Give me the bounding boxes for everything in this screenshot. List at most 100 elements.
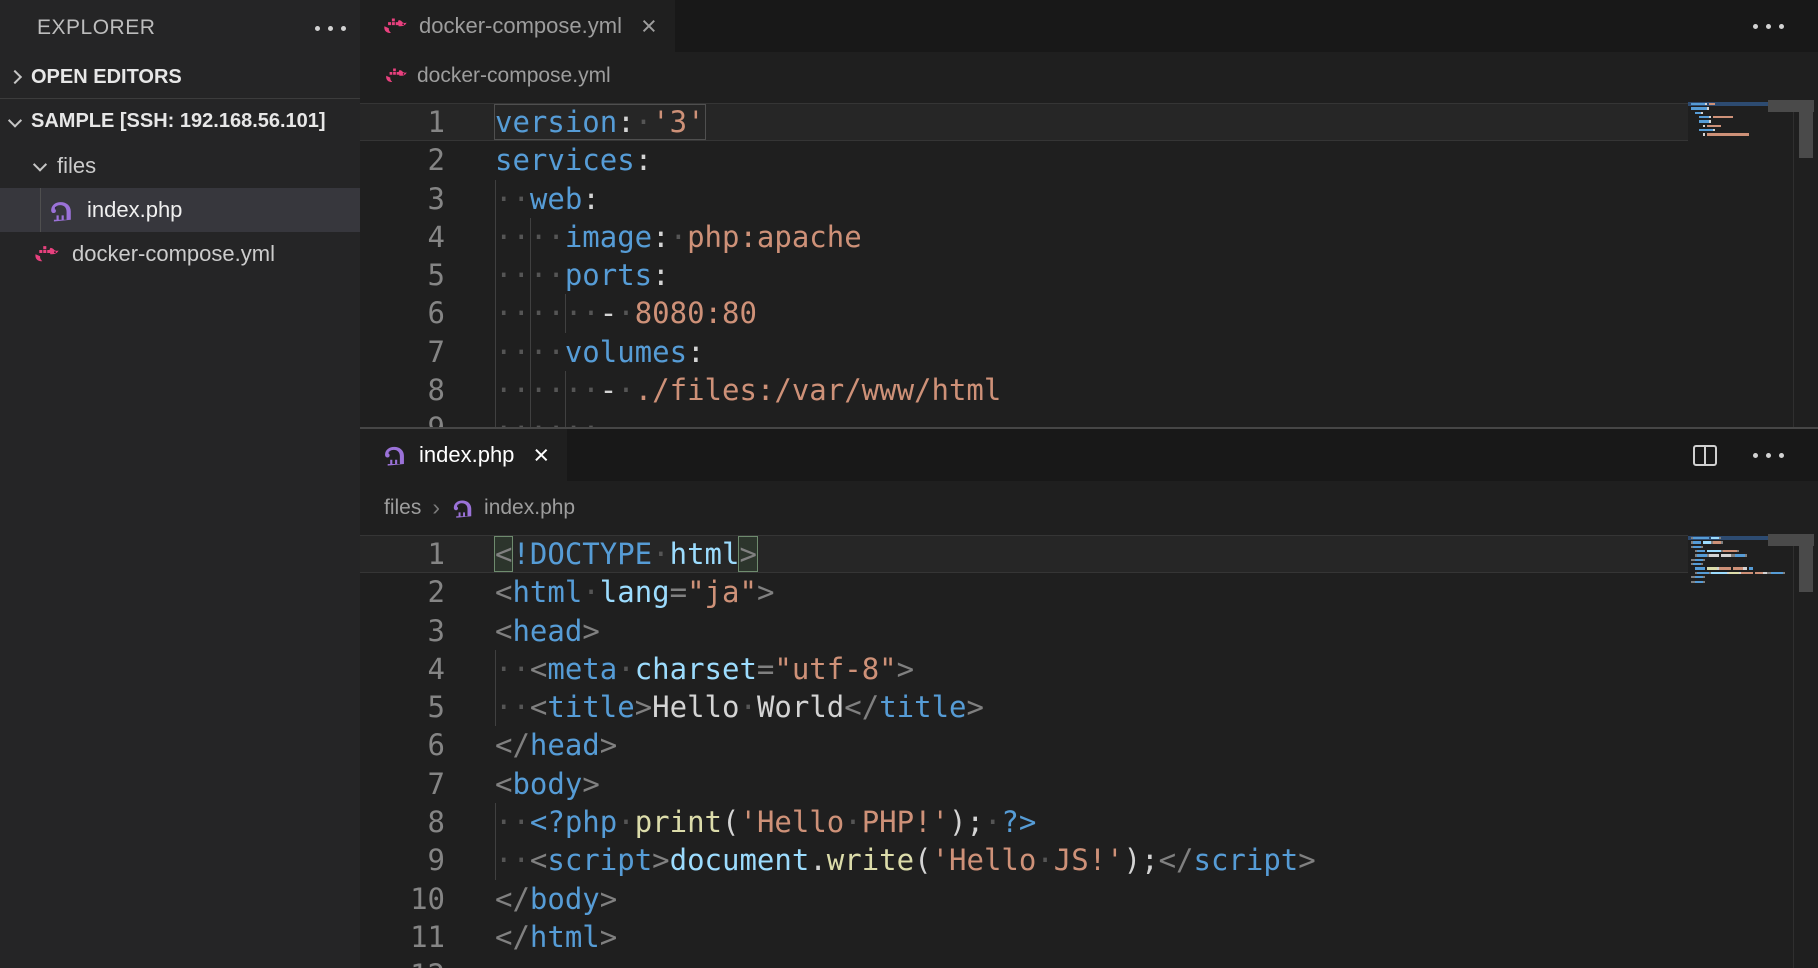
- breadcrumb: files › index.php: [360, 481, 1818, 534]
- indent-guide: [530, 218, 531, 256]
- code-line[interactable]: 1<!DOCTYPE·html>: [360, 535, 1688, 573]
- code-token: >: [582, 614, 599, 648]
- scrollbar[interactable]: [1793, 534, 1818, 968]
- docker-whale-icon: [382, 17, 408, 36]
- workspace-section[interactable]: SAMPLE [SSH: 192.168.56.101]: [0, 98, 360, 144]
- code-token: JS!': [1054, 843, 1124, 877]
- explorer-more-actions-icon[interactable]: [315, 26, 346, 31]
- indent-guide: [495, 803, 496, 841]
- code-token: :: [652, 220, 669, 254]
- indent-guide: [495, 180, 496, 218]
- indent-guide: [495, 688, 496, 726]
- line-number[interactable]: 2: [360, 141, 445, 179]
- line-number[interactable]: 12: [360, 956, 445, 968]
- tree-item-files-folder[interactable]: files: [0, 144, 360, 188]
- code-line[interactable]: 10</body>: [360, 880, 1688, 918]
- breadcrumb-item[interactable]: docker-compose.yml: [417, 64, 611, 88]
- code-line[interactable]: 7<body>: [360, 765, 1688, 803]
- close-tab-icon[interactable]: ×: [641, 13, 657, 40]
- scrollbar-thumb[interactable]: [1768, 534, 1814, 546]
- tab-docker-compose[interactable]: docker-compose.yml ×: [360, 0, 675, 52]
- line-number[interactable]: 4: [360, 650, 445, 688]
- split-editor-icon[interactable]: [1693, 445, 1717, 466]
- tab-index-php[interactable]: index.php ×: [360, 429, 567, 481]
- code-line[interactable]: 6</head>: [360, 726, 1688, 764]
- breadcrumb-item[interactable]: files: [384, 496, 421, 520]
- line-number[interactable]: 5: [360, 256, 445, 294]
- line-number[interactable]: 10: [360, 880, 445, 918]
- code-token: ·: [652, 537, 669, 571]
- code-line[interactable]: 5··<title>Hello·World</title>: [360, 688, 1688, 726]
- code-token: ·: [635, 105, 652, 139]
- line-number[interactable]: 5: [360, 688, 445, 726]
- breadcrumb-item[interactable]: index.php: [484, 496, 575, 520]
- code-token: >: [1298, 843, 1315, 877]
- tree-item-index-php[interactable]: index.php: [0, 188, 360, 232]
- code-token: );: [1124, 843, 1159, 877]
- line-number[interactable]: 7: [360, 333, 445, 371]
- php-elephant-icon: [451, 496, 475, 520]
- code-area[interactable]: 1version:·'3'2services:3··web:4····image…: [360, 100, 1688, 427]
- code-line[interactable]: 12: [360, 956, 1688, 968]
- editor-more-actions-icon[interactable]: [1753, 453, 1784, 458]
- minimap[interactable]: [1688, 536, 1793, 968]
- line-number[interactable]: 9: [360, 841, 445, 879]
- code-token: meta: [547, 652, 617, 686]
- code-line[interactable]: 4····image:·php:apache: [360, 218, 1688, 256]
- code-line[interactable]: 4··<meta·charset="utf-8">: [360, 650, 1688, 688]
- line-number[interactable]: 8: [360, 371, 445, 409]
- code-line[interactable]: 6······-·8080:80: [360, 294, 1688, 332]
- code-line[interactable]: 8··<?php·print('Hello·PHP!');·?>: [360, 803, 1688, 841]
- line-number[interactable]: 9: [360, 409, 445, 427]
- code-area[interactable]: 1<!DOCTYPE·html>2<html·lang="ja">3<head>…: [360, 534, 1688, 968]
- code-line[interactable]: 1version:·'3': [360, 103, 1688, 141]
- line-number[interactable]: 2: [360, 573, 445, 611]
- line-number[interactable]: 6: [360, 726, 445, 764]
- line-number[interactable]: 7: [360, 765, 445, 803]
- code-token: ·: [617, 652, 634, 686]
- code-token: ··: [495, 652, 530, 686]
- line-number[interactable]: 8: [360, 803, 445, 841]
- line-number[interactable]: 4: [360, 218, 445, 256]
- editor-group-sash[interactable]: [360, 427, 1818, 429]
- tree-item-docker-compose[interactable]: docker-compose.yml: [0, 232, 360, 276]
- code-line[interactable]: 7····volumes:: [360, 333, 1688, 371]
- open-editors-section[interactable]: OPEN EDITORS: [0, 56, 360, 98]
- code-token: ······: [495, 411, 600, 427]
- code-token: html: [530, 920, 600, 954]
- scrollbar-thumb[interactable]: [1799, 546, 1813, 592]
- code-line[interactable]: 2<html·lang="ja">: [360, 573, 1688, 611]
- code-line[interactable]: 9 ······: [360, 409, 1688, 427]
- code-line[interactable]: 9··<script>document.write('Hello·JS!');<…: [360, 841, 1688, 879]
- code-token: body: [530, 882, 600, 916]
- code-token: web: [530, 182, 582, 216]
- close-tab-icon[interactable]: ×: [533, 442, 549, 469]
- line-number[interactable]: 11: [360, 918, 445, 956]
- editor-more-actions-icon[interactable]: [1753, 24, 1784, 29]
- explorer-title: EXPLORER: [37, 16, 155, 40]
- scrollbar-thumb[interactable]: [1768, 100, 1814, 112]
- code-line[interactable]: 11</html>: [360, 918, 1688, 956]
- code-token: document: [670, 843, 810, 877]
- code-line[interactable]: 5····ports:: [360, 256, 1688, 294]
- line-number[interactable]: 6: [360, 294, 445, 332]
- line-number[interactable]: 1: [360, 103, 445, 141]
- code-token: ·: [1036, 843, 1053, 877]
- code-token: :: [687, 335, 704, 369]
- code-line[interactable]: 3<head>: [360, 612, 1688, 650]
- indent-guide: [530, 333, 531, 371]
- line-number[interactable]: 1: [360, 535, 445, 573]
- code-line[interactable]: 3··web:: [360, 180, 1688, 218]
- scrollbar-thumb[interactable]: [1799, 112, 1813, 158]
- code-token: charset: [635, 652, 757, 686]
- code-token: volumes: [565, 335, 687, 369]
- code-token: "utf-8": [774, 652, 896, 686]
- code-line[interactable]: 8······-·./files:/var/www/html: [360, 371, 1688, 409]
- code-token: .: [809, 843, 826, 877]
- minimap[interactable]: [1688, 102, 1793, 427]
- code-token: ·: [844, 805, 861, 839]
- line-number[interactable]: 3: [360, 612, 445, 650]
- code-line[interactable]: 2services:: [360, 141, 1688, 179]
- scrollbar[interactable]: [1793, 100, 1818, 427]
- line-number[interactable]: 3: [360, 180, 445, 218]
